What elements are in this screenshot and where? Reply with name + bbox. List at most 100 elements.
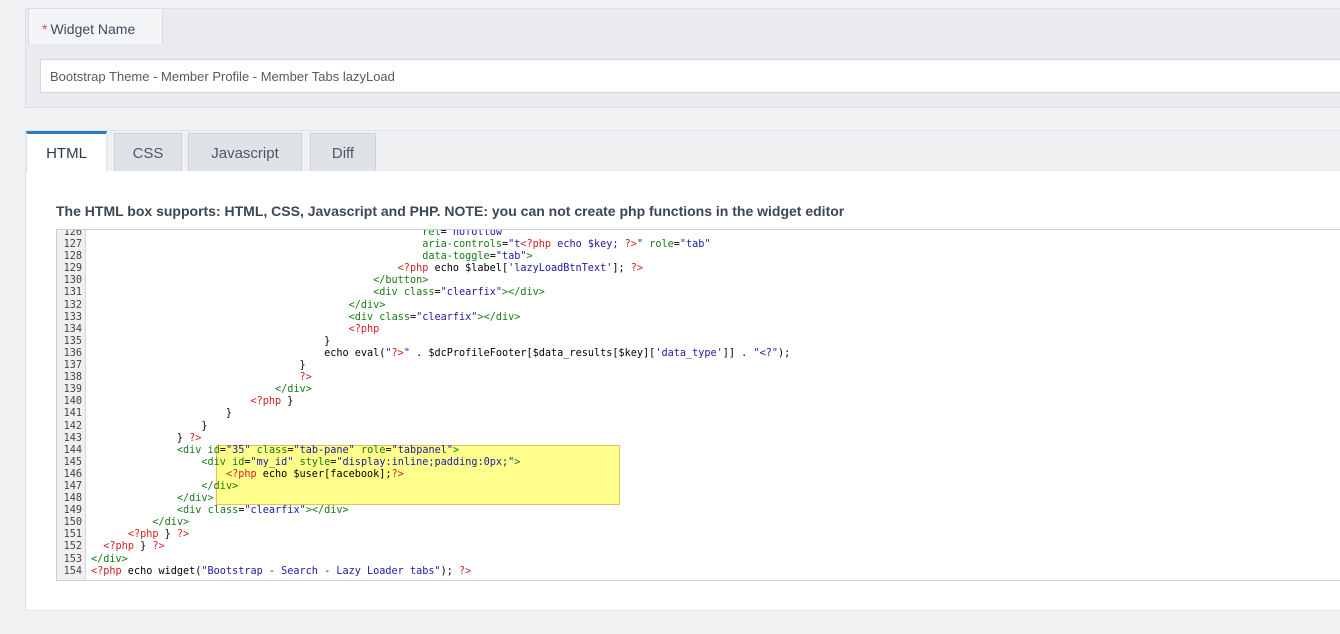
line-number: 129 <box>63 263 82 275</box>
line-number: 144 <box>63 444 82 456</box>
line-number: 150 <box>63 517 82 529</box>
code-text: } <box>91 420 208 432</box>
code-line: 148 </div> <box>57 493 1340 505</box>
code-text: </div> <box>201 480 239 492</box>
line-number: 146 <box>63 468 82 480</box>
code-text: <div id="my_id" style="display:inline;pa… <box>201 456 521 468</box>
line-number: 134 <box>63 323 82 335</box>
line-number: 147 <box>63 480 82 492</box>
line-number: 126 <box>63 229 82 238</box>
line-number: 130 <box>63 275 82 287</box>
code-text: echo eval("?>" . $dcProfileFooter[$data_… <box>91 347 791 359</box>
tab-css[interactable]: CSS <box>114 133 182 171</box>
code-lines: 126 rel="nofollow" 127 aria-controls="t<?… <box>57 229 1340 578</box>
required-marker: * <box>42 21 48 37</box>
tab-diff[interactable]: Diff <box>310 133 376 171</box>
code-text: } <box>91 408 233 420</box>
code-line: 127 aria-controls="t<?php echo $key; ?>"… <box>57 239 1340 251</box>
code-text: <div class="clearfix"></div> <box>373 287 545 299</box>
line-number: 133 <box>63 311 82 323</box>
code-text: </button> <box>373 275 429 287</box>
code-text: } <box>91 335 331 347</box>
code-line: 143 } ?> <box>57 433 1340 445</box>
code-text: data-toggle="tab"> <box>422 251 533 263</box>
code-text: aria-controls="t<?php echo $key; ?>" rol… <box>422 239 711 251</box>
widget-name-panel: * Widget Name Bootstrap Theme - Member Pr… <box>25 8 1340 108</box>
code-line: 140 <?php } <box>57 396 1340 408</box>
code-text: <?php echo widget("Bootstrap - Search - … <box>91 565 472 577</box>
line-number: 142 <box>63 420 82 432</box>
editor-help-text: The HTML box supports: HTML, CSS, Javasc… <box>56 203 845 219</box>
code-line: 141 } <box>57 408 1340 420</box>
code-line: 133 <div class="clearfix"></div> <box>57 312 1340 324</box>
line-number: 137 <box>63 360 82 372</box>
line-number: 128 <box>63 251 82 263</box>
code-text: </div> <box>91 553 128 565</box>
code-text: ?> <box>299 372 312 384</box>
code-text: <?php echo $label['lazyLoadBtnText']; ?> <box>397 263 644 275</box>
code-line: 145 <div id="my_id" style="display:inlin… <box>57 457 1340 469</box>
code-line: 151 <?php } ?> <box>57 529 1340 541</box>
code-line: 147 </div> <box>57 481 1340 493</box>
code-line: 131 <div class="clearfix"></div> <box>57 287 1340 299</box>
code-text: <?php } ?> <box>127 529 190 541</box>
code-line: 137 } <box>57 360 1340 372</box>
line-number: 139 <box>63 384 82 396</box>
line-number: 138 <box>63 372 82 384</box>
code-line: 144 <div id="35" class="tab-pane" role="… <box>57 445 1340 457</box>
line-number: 132 <box>63 299 82 311</box>
line-number: 148 <box>63 493 82 505</box>
code-line: 139 </div> <box>57 384 1340 396</box>
widget-name-input[interactable]: Bootstrap Theme - Member Profile - Membe… <box>40 59 1340 93</box>
editor-panel: HTML CSS Javascript Diff The HTML box su… <box>25 130 1340 611</box>
code-text: </div> <box>152 517 190 529</box>
code-line: 136 echo eval("?>" . $dcProfileFooter[$d… <box>57 348 1340 360</box>
code-text: <?php echo $user[facebook];?> <box>225 468 404 480</box>
code-line: 152 <?php } ?> <box>57 541 1340 553</box>
code-line: 126 rel="nofollow" <box>57 229 1340 239</box>
code-line: 150 </div> <box>57 517 1340 529</box>
widget-name-label-text: Widget Name <box>50 21 136 37</box>
line-number: 153 <box>63 553 82 565</box>
code-text: </div> <box>176 493 214 505</box>
code-text: <?php } ?> <box>103 541 165 553</box>
code-text: <div class="clearfix"></div> <box>176 505 349 517</box>
code-line: 130 </button> <box>57 275 1340 287</box>
code-text: } ?> <box>91 432 202 444</box>
code-line: 153 </div> <box>57 554 1340 566</box>
line-number: 136 <box>63 347 82 359</box>
widget-name-label: * Widget Name <box>28 8 163 44</box>
code-text: <div class="clearfix"></div> <box>348 311 521 323</box>
code-line: 132 </div> <box>57 300 1340 312</box>
code-text: </div> <box>275 384 312 396</box>
code-text: rel="nofollow" <box>422 229 509 238</box>
line-number: 127 <box>63 239 82 251</box>
code-line: 134 <?php <box>57 324 1340 336</box>
code-text: <div id="35" class="tab-pane" role="tabp… <box>176 444 460 456</box>
line-number: 143 <box>63 432 82 444</box>
code-line: 154 <?php echo widget("Bootstrap - Search… <box>57 566 1340 578</box>
tab-javascript[interactable]: Javascript <box>188 133 302 171</box>
code-text: </div> <box>348 299 386 311</box>
code-line: 146 <?php echo $user[facebook];?> <box>57 469 1340 481</box>
code-line: 142 } <box>57 421 1340 433</box>
line-number: 140 <box>63 396 82 408</box>
code-editor[interactable]: 126 rel="nofollow" 127 aria-controls="t<?… <box>56 229 1340 581</box>
line-number: 135 <box>63 335 82 347</box>
editor-tabs: HTML CSS Javascript Diff <box>26 131 1340 172</box>
line-number: 151 <box>63 529 82 541</box>
code-line: 129 <?php echo $label['lazyLoadBtnText']… <box>57 263 1340 275</box>
code-line: 149 <div class="clearfix"></div> <box>57 505 1340 517</box>
line-number: 141 <box>63 408 82 420</box>
code-text: <?php } <box>250 396 294 408</box>
code-line: 135 } <box>57 336 1340 348</box>
line-number: 131 <box>63 287 82 299</box>
code-line: 128 data-toggle="tab"> <box>57 251 1340 263</box>
line-number: 145 <box>63 456 82 468</box>
code-line: 138 ?> <box>57 372 1340 384</box>
code-text: <?php <box>348 323 380 335</box>
line-number: 149 <box>63 505 82 517</box>
line-number: 152 <box>63 541 82 553</box>
code-text: } <box>91 360 306 372</box>
tab-html[interactable]: HTML <box>26 131 107 172</box>
